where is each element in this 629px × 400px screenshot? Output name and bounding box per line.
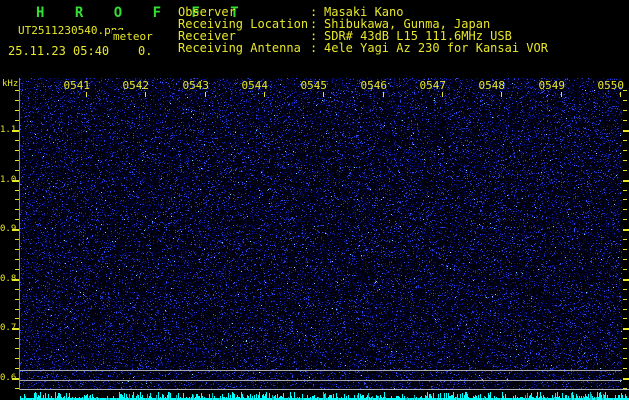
freq-tick-label: 0.9 bbox=[0, 224, 14, 234]
time-tick-label: 0547 bbox=[412, 79, 446, 92]
freq-tick-left bbox=[15, 120, 19, 121]
freq-tick-right bbox=[623, 348, 627, 349]
time-tick-mark bbox=[442, 92, 443, 97]
freq-tick-left bbox=[15, 150, 19, 151]
time-tick-label: 0544 bbox=[234, 79, 268, 92]
time-tick-label: 0550 bbox=[590, 79, 624, 92]
field-separator: : bbox=[310, 42, 324, 54]
freq-tick-label: 0.6 bbox=[0, 373, 14, 383]
freq-tick-right bbox=[623, 259, 627, 260]
freq-tick-right bbox=[623, 378, 629, 380]
freq-tick-left bbox=[15, 348, 19, 349]
freq-tick-left bbox=[15, 160, 19, 161]
freq-tick-left bbox=[15, 259, 19, 260]
freq-tick-right bbox=[623, 368, 627, 369]
freq-tick-left bbox=[15, 110, 19, 111]
time-tick-mark bbox=[323, 92, 324, 97]
freq-tick-left bbox=[15, 249, 19, 250]
time-tick-mark bbox=[264, 92, 265, 97]
freq-unit-label: kHz bbox=[2, 79, 18, 89]
signal-level-strip bbox=[20, 390, 629, 400]
freq-tick-right bbox=[623, 318, 627, 319]
freq-tick-right bbox=[623, 100, 627, 101]
freq-tick-left bbox=[15, 358, 19, 359]
time-tick-mark bbox=[620, 92, 621, 97]
freq-tick-right bbox=[623, 170, 627, 171]
time-tick-mark bbox=[561, 92, 562, 97]
freq-tick-right bbox=[623, 150, 627, 151]
freq-tick-label: 1.0 bbox=[0, 175, 14, 185]
freq-tick-left bbox=[15, 199, 19, 200]
station-info-row: Receiving Antenna:4ele Yagi Az 230 for K… bbox=[178, 42, 548, 54]
freq-tick-left bbox=[15, 309, 19, 310]
freq-tick-left bbox=[15, 388, 19, 389]
freq-tick-left bbox=[15, 219, 19, 220]
freq-tick-right bbox=[623, 120, 627, 121]
time-tick-mark bbox=[86, 92, 87, 97]
freq-tick-left bbox=[15, 289, 19, 290]
hrofft-window: H R O F F T UT2511230540.png meteor 25.1… bbox=[0, 0, 629, 400]
datetime-label: 25.11.23 05:40 bbox=[8, 44, 109, 58]
freq-tick-label: 0.8 bbox=[0, 274, 14, 284]
time-tick-mark bbox=[205, 92, 206, 97]
time-tick-label: 0542 bbox=[115, 79, 149, 92]
freq-tick-left bbox=[15, 368, 19, 369]
reference-line-middle bbox=[20, 380, 622, 381]
freq-tick-right bbox=[623, 279, 629, 281]
freq-tick-right bbox=[623, 219, 627, 220]
freq-tick-right bbox=[623, 239, 627, 240]
freq-tick-right bbox=[623, 328, 629, 330]
time-tick-label: 0549 bbox=[531, 79, 565, 92]
freq-tick-left bbox=[15, 209, 19, 210]
freq-tick-right bbox=[623, 299, 627, 300]
freq-tick-left bbox=[15, 299, 19, 300]
freq-tick-left bbox=[15, 140, 19, 141]
freq-tick-left bbox=[15, 338, 19, 339]
station-info: Observer: Masaki Kano Receiving Location: S… bbox=[178, 6, 548, 54]
spectrogram-canvas bbox=[20, 78, 622, 390]
freq-tick-left bbox=[15, 90, 19, 91]
time-tick-mark bbox=[383, 92, 384, 97]
freq-tick-right bbox=[623, 358, 627, 359]
time-tick-label: 0546 bbox=[353, 79, 387, 92]
freq-tick-left bbox=[15, 170, 19, 171]
freq-tick-right bbox=[623, 110, 627, 111]
time-tick-label: 0545 bbox=[293, 79, 327, 92]
freq-tick-label: 0.7 bbox=[0, 323, 14, 333]
freq-tick-right bbox=[623, 338, 627, 339]
freq-tick-right bbox=[623, 90, 627, 91]
freq-tick-right bbox=[623, 249, 627, 250]
freq-tick-left bbox=[15, 269, 19, 270]
filename-label: UT2511230540.png bbox=[18, 24, 124, 37]
freq-tick-right bbox=[623, 269, 627, 270]
freq-tick-right bbox=[623, 199, 627, 200]
freq-tick-left bbox=[15, 239, 19, 240]
time-tick-label: 0543 bbox=[175, 79, 209, 92]
station-label: meteor bbox=[112, 30, 153, 43]
freq-tick-left bbox=[15, 100, 19, 101]
freq-tick-left bbox=[15, 318, 19, 319]
reference-line-upper bbox=[20, 370, 622, 371]
time-tick-mark bbox=[145, 92, 146, 97]
time-tick-mark bbox=[501, 92, 502, 97]
freq-tick-right bbox=[623, 190, 627, 191]
freq-tick-right bbox=[623, 130, 629, 132]
freq-tick-right bbox=[623, 209, 627, 210]
echo-counter: 0. bbox=[138, 44, 152, 58]
time-tick-label: 0548 bbox=[471, 79, 505, 92]
freq-tick-right bbox=[623, 229, 629, 231]
freq-tick-right bbox=[623, 309, 627, 310]
freq-tick-right bbox=[623, 180, 629, 182]
time-tick-label: 0541 bbox=[56, 79, 90, 92]
freq-tick-right bbox=[623, 160, 627, 161]
freq-tick-right bbox=[623, 140, 627, 141]
freq-tick-right bbox=[623, 289, 627, 290]
y-axis-line bbox=[19, 78, 20, 390]
field-label: Receiving Antenna bbox=[178, 42, 310, 54]
freq-tick-left bbox=[15, 190, 19, 191]
freq-tick-label: 1.1 bbox=[0, 125, 14, 135]
field-value: 4ele Yagi Az 230 for Kansai VOR bbox=[324, 42, 548, 54]
